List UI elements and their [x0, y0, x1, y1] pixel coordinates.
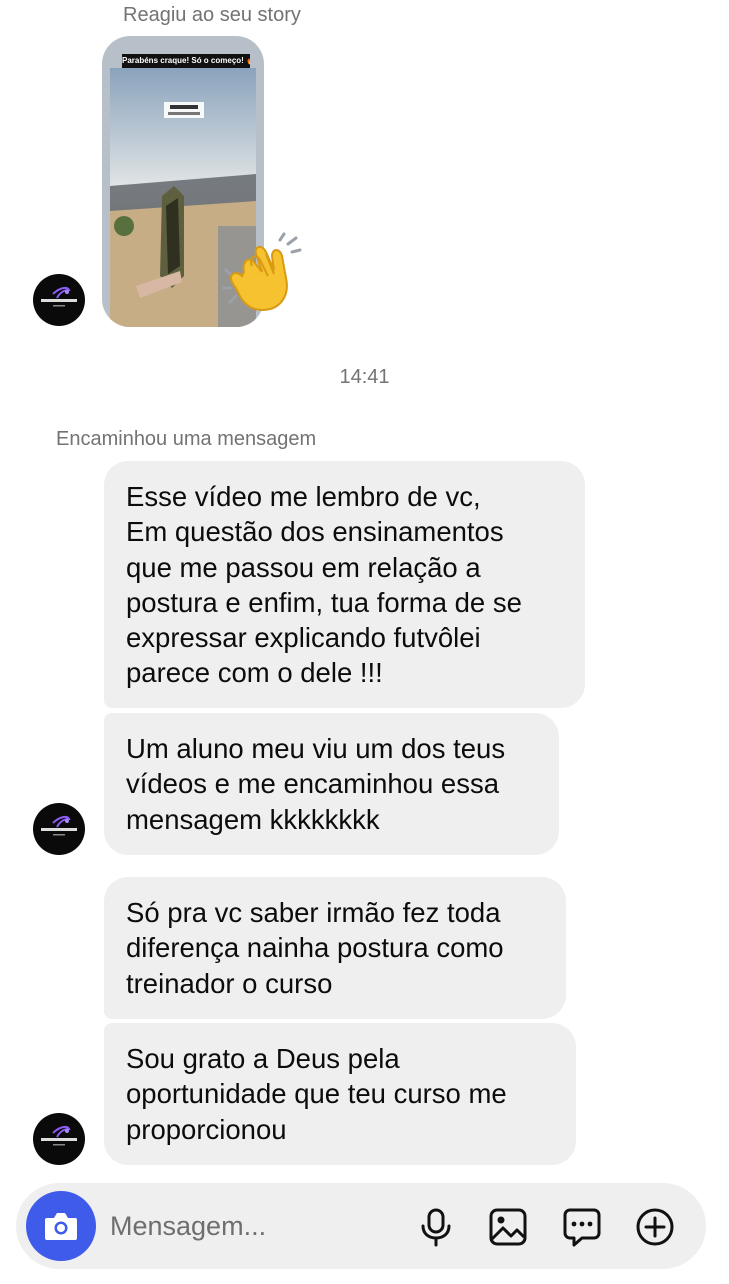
forwarded-message-label: Encaminhou uma mensagem — [56, 428, 317, 450]
avatar[interactable] — [33, 803, 85, 855]
camera-button[interactable] — [26, 1191, 96, 1261]
message-input[interactable] — [110, 1205, 390, 1247]
message-bubble[interactable]: Um aluno meu viu um dos teus vídeos e me… — [104, 713, 559, 855]
message-composer — [16, 1183, 706, 1269]
john-john-logo-icon — [41, 1125, 77, 1146]
john-john-logo-icon — [41, 286, 77, 307]
avatar[interactable] — [33, 274, 85, 326]
john-john-logo-icon — [41, 815, 77, 836]
avatar[interactable] — [33, 1113, 85, 1165]
plus-icon[interactable] — [635, 1207, 675, 1247]
message-bubble[interactable]: Sou grato a Deus pela oportunidade que t… — [104, 1023, 576, 1165]
camera-icon — [45, 1213, 77, 1240]
mic-icon[interactable] — [416, 1207, 456, 1247]
story-banner: Parabéns craque! Só o começo! 🔥⚽🧠 — [122, 54, 250, 68]
message-bubble[interactable]: Esse vídeo me lembro de vc, Em questão d… — [104, 461, 585, 708]
reacted-story-label: Reagiu ao seu story — [123, 4, 301, 26]
timestamp: 14:41 — [339, 366, 390, 388]
sticker-icon[interactable] — [562, 1207, 602, 1247]
clapping-hands-icon — [222, 232, 302, 312]
message-bubble[interactable]: Só pra vc saber irmão fez toda diferença… — [104, 877, 566, 1019]
image-icon[interactable] — [488, 1207, 528, 1247]
